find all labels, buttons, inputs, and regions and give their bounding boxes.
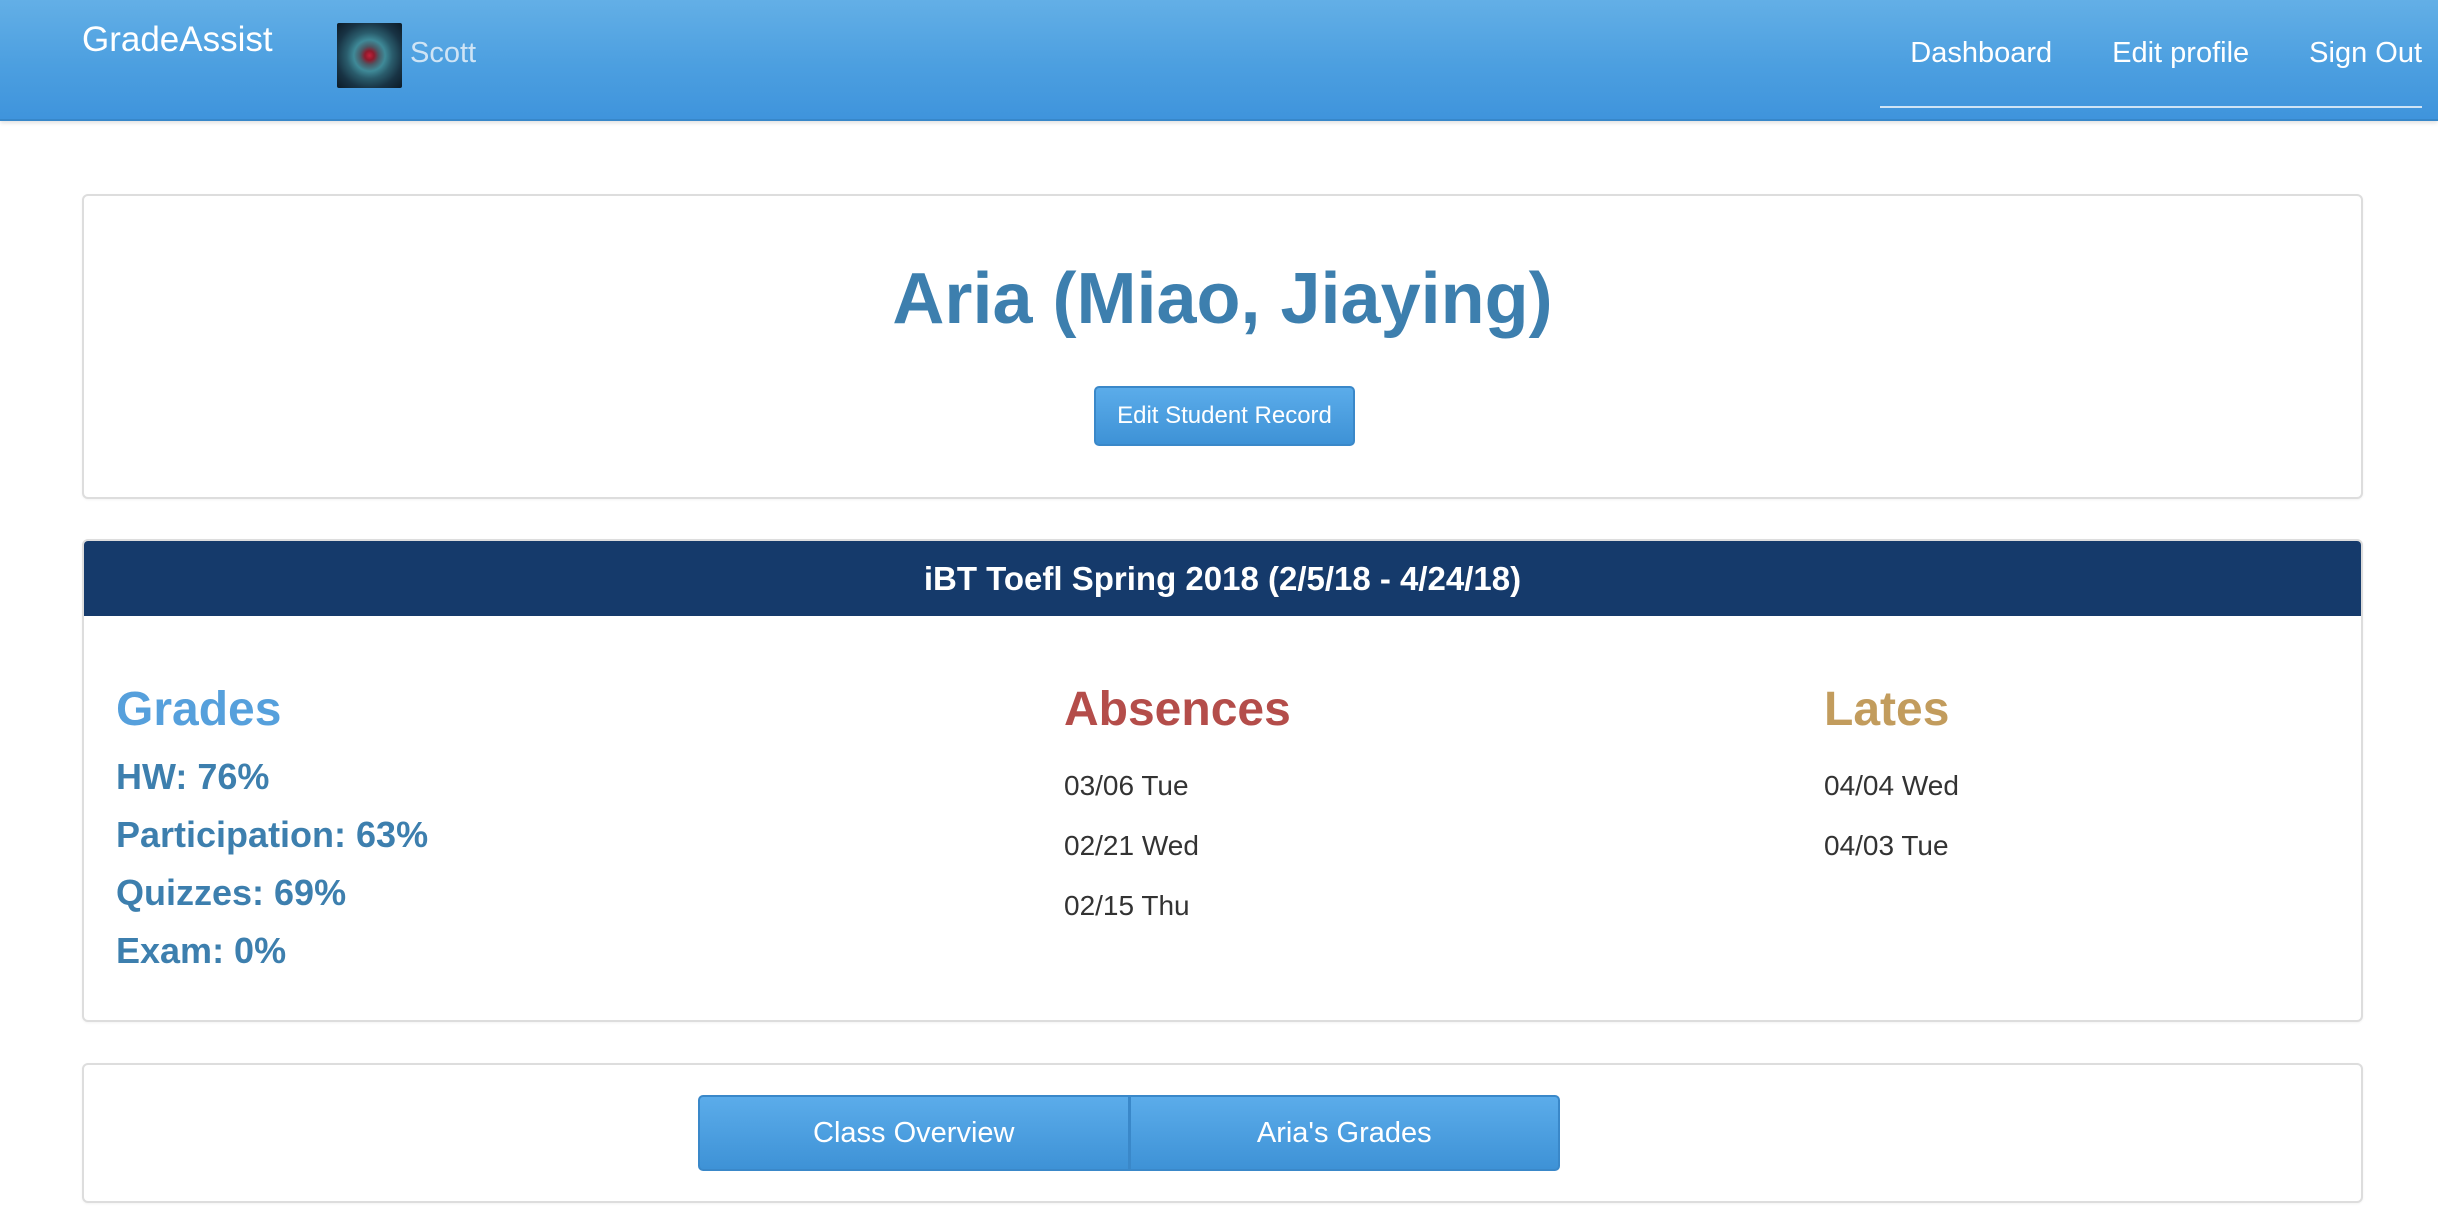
view-button-group: Class Overview Aria's Grades (698, 1095, 1560, 1171)
absences-list: 03/06 Tue 02/21 Wed 02/15 Thu (1064, 756, 1291, 936)
absence-item: 02/15 Thu (1064, 890, 1190, 921)
late-item: 04/04 Wed (1824, 770, 1959, 801)
grades-list: HW: 76% Participation: 63% Quizzes: 69% … (116, 748, 428, 980)
grades-column: Grades HW: 76% Participation: 63% Quizze… (116, 686, 428, 980)
course-panel: iBT Toefl Spring 2018 (2/5/18 - 4/24/18)… (82, 539, 2363, 1022)
lates-column: Lates 04/04 Wed 04/03 Tue (1824, 686, 1959, 876)
edit-student-record-button[interactable]: Edit Student Record (1094, 386, 1355, 446)
absences-heading: Absences (1064, 683, 1291, 736)
user-name[interactable]: Scott (410, 37, 476, 70)
grade-quizzes: Quizzes: 69% (116, 872, 347, 913)
grade-participation: Participation: 63% (116, 814, 429, 855)
absence-item: 02/21 Wed (1064, 830, 1199, 861)
class-overview-button[interactable]: Class Overview (698, 1095, 1130, 1171)
late-item: 04/03 Tue (1824, 830, 1949, 861)
absence-item: 03/06 Tue (1064, 770, 1189, 801)
student-name: Aria (Miao, Jiaying) (892, 259, 1553, 339)
nav-links: Dashboard Edit profile Sign Out (1880, 0, 2422, 108)
course-title: iBT Toefl Spring 2018 (2/5/18 - 4/24/18) (84, 541, 2361, 616)
nav-edit-profile-link[interactable]: Edit profile (2112, 37, 2249, 70)
grade-exam: Exam: 0% (116, 930, 287, 971)
nav-dashboard-link[interactable]: Dashboard (1910, 37, 2052, 70)
student-grades-button[interactable]: Aria's Grades (1129, 1095, 1560, 1171)
bottom-nav-panel: Class Overview Aria's Grades (82, 1063, 2363, 1203)
user-avatar[interactable] (337, 23, 402, 88)
grade-hw: HW: 76% (116, 756, 270, 797)
grades-heading: Grades (116, 683, 282, 736)
lates-list: 04/04 Wed 04/03 Tue (1824, 756, 1959, 876)
top-navbar: GradeAssist Scott Dashboard Edit profile… (0, 0, 2438, 121)
student-header-panel: Aria (Miao, Jiaying) Edit Student Record (82, 194, 2363, 499)
brand-logo[interactable]: GradeAssist (82, 20, 273, 60)
nav-sign-out-link[interactable]: Sign Out (2309, 37, 2422, 70)
lates-heading: Lates (1824, 683, 1950, 736)
absences-column: Absences 03/06 Tue 02/21 Wed 02/15 Thu (1064, 686, 1291, 936)
